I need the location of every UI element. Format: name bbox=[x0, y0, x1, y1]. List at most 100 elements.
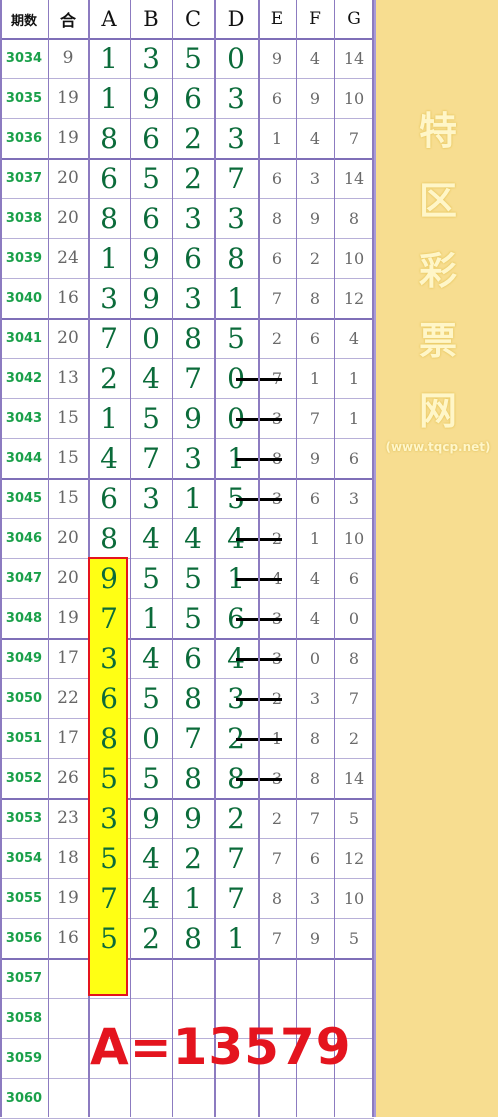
cell-period: 3049 bbox=[5, 650, 43, 666]
cell-b: 5 bbox=[142, 161, 160, 195]
cell-f: 6 bbox=[309, 488, 321, 508]
cell-sum: 19 bbox=[57, 608, 79, 628]
cell-e: 6 bbox=[271, 88, 283, 108]
cell-e: 2 bbox=[271, 328, 283, 348]
cell-e bbox=[258, 1078, 296, 1118]
cell-c: 9 bbox=[184, 801, 202, 835]
cell-period: 3059 bbox=[5, 1050, 43, 1066]
cell-d bbox=[214, 1078, 258, 1118]
cell-d: 7 bbox=[227, 161, 245, 195]
cell-b: 3 bbox=[142, 481, 160, 515]
cell-a bbox=[88, 1078, 130, 1118]
cell-g: 10 bbox=[343, 248, 365, 268]
cell-b: 1 bbox=[142, 601, 160, 635]
cell-f: 1 bbox=[309, 528, 321, 548]
cell-a: 8 bbox=[100, 521, 118, 555]
cell-sum: 16 bbox=[57, 928, 79, 948]
cell-g: 8 bbox=[348, 648, 360, 668]
cell-period: 3051 bbox=[5, 730, 43, 746]
cell-period: 3058 bbox=[5, 1010, 43, 1026]
column-divider bbox=[130, 0, 131, 1117]
lottery-table: 期数 合 A B C D E F G 3034 9 3 5 0 9 4 14 3035 19 9 6 3… bbox=[0, 0, 374, 1119]
cell-e: 6 bbox=[271, 248, 283, 268]
cell-sum: 17 bbox=[57, 648, 79, 668]
header-f: F bbox=[309, 9, 321, 29]
cell-c: 8 bbox=[184, 921, 202, 955]
cell-f: 3 bbox=[309, 888, 321, 908]
cell-b: 5 bbox=[142, 681, 160, 715]
watermark-panel: 特 区 彩 票 网 (www.tqcp.net) bbox=[374, 0, 498, 1117]
cell-sum: 15 bbox=[57, 488, 79, 508]
cell-f: 9 bbox=[309, 928, 321, 948]
cell-sum: 20 bbox=[57, 328, 79, 348]
cell-period: 3042 bbox=[5, 370, 43, 386]
cell-g: 7 bbox=[348, 688, 360, 708]
cell-a: 8 bbox=[100, 201, 118, 235]
watermark-char: 彩 bbox=[418, 249, 457, 293]
cell-g: 3 bbox=[348, 488, 360, 508]
cell-g: 1 bbox=[348, 408, 360, 428]
cell-a: 3 bbox=[100, 801, 118, 835]
cell-g: 12 bbox=[343, 288, 365, 308]
cell-e: 7 bbox=[271, 928, 283, 948]
cell-c: 7 bbox=[184, 361, 202, 395]
cell-e: 6 bbox=[271, 168, 283, 188]
cell-c: 7 bbox=[184, 721, 202, 755]
cell-a: 8 bbox=[100, 121, 118, 155]
cell-a bbox=[88, 998, 130, 1038]
cell-f: 6 bbox=[309, 328, 321, 348]
header-sum: 合 bbox=[59, 11, 76, 30]
cell-sum: 13 bbox=[57, 368, 79, 388]
cell-g: 0 bbox=[348, 608, 360, 628]
cell-b: 6 bbox=[142, 121, 160, 155]
cell-g bbox=[334, 1078, 374, 1118]
header-period: 期数 bbox=[10, 13, 37, 29]
cell-period: 3043 bbox=[5, 410, 43, 426]
cell-a: 5 bbox=[100, 841, 118, 875]
cell-c: 8 bbox=[184, 681, 202, 715]
cell-period: 3054 bbox=[5, 850, 43, 866]
cell-d: 3 bbox=[227, 201, 245, 235]
cell-sum bbox=[48, 1038, 88, 1078]
cell-d: 3 bbox=[227, 121, 245, 155]
cell-e: 8 bbox=[271, 888, 283, 908]
column-divider bbox=[48, 0, 49, 1117]
cell-e: 1 bbox=[271, 128, 283, 148]
cell-c: 6 bbox=[184, 641, 202, 675]
cell-b: 4 bbox=[142, 881, 160, 915]
header-b: B bbox=[143, 7, 159, 31]
cell-f: 1 bbox=[309, 368, 321, 388]
cell-b: 4 bbox=[142, 841, 160, 875]
cell-period: 3038 bbox=[5, 210, 43, 226]
column-divider bbox=[214, 0, 216, 1117]
cell-g: 10 bbox=[343, 888, 365, 908]
cell-d: 1 bbox=[227, 921, 245, 955]
cell-c: 1 bbox=[184, 481, 202, 515]
cell-g: 10 bbox=[343, 88, 365, 108]
cell-sum: 19 bbox=[57, 128, 79, 148]
cell-f: 9 bbox=[309, 448, 321, 468]
cell-period: 3041 bbox=[5, 330, 43, 346]
cell-period: 3057 bbox=[5, 970, 43, 986]
cell-c: 3 bbox=[184, 281, 202, 315]
cell-a: 1 bbox=[100, 401, 118, 435]
cell-a bbox=[88, 958, 130, 998]
cell-period: 3053 bbox=[5, 810, 43, 826]
cell-g: 7 bbox=[348, 128, 360, 148]
cell-g: 4 bbox=[348, 328, 360, 348]
cell-sum: 19 bbox=[57, 888, 79, 908]
cell-sum: 16 bbox=[57, 288, 79, 308]
cell-sum: 18 bbox=[57, 848, 79, 868]
cell-period: 3050 bbox=[5, 690, 43, 706]
cell-c: 5 bbox=[184, 601, 202, 635]
cell-c: 8 bbox=[184, 761, 202, 795]
cell-period: 3044 bbox=[5, 450, 43, 466]
cell-b: 5 bbox=[142, 761, 160, 795]
cell-a: 7 bbox=[100, 601, 118, 635]
cell-e: 7 bbox=[271, 288, 283, 308]
cell-sum: 20 bbox=[57, 568, 79, 588]
cell-sum: 26 bbox=[57, 768, 79, 788]
cell-b: 9 bbox=[142, 81, 160, 115]
watermark-url: (www.tqcp.net) bbox=[385, 440, 491, 454]
cell-g: 10 bbox=[343, 528, 365, 548]
